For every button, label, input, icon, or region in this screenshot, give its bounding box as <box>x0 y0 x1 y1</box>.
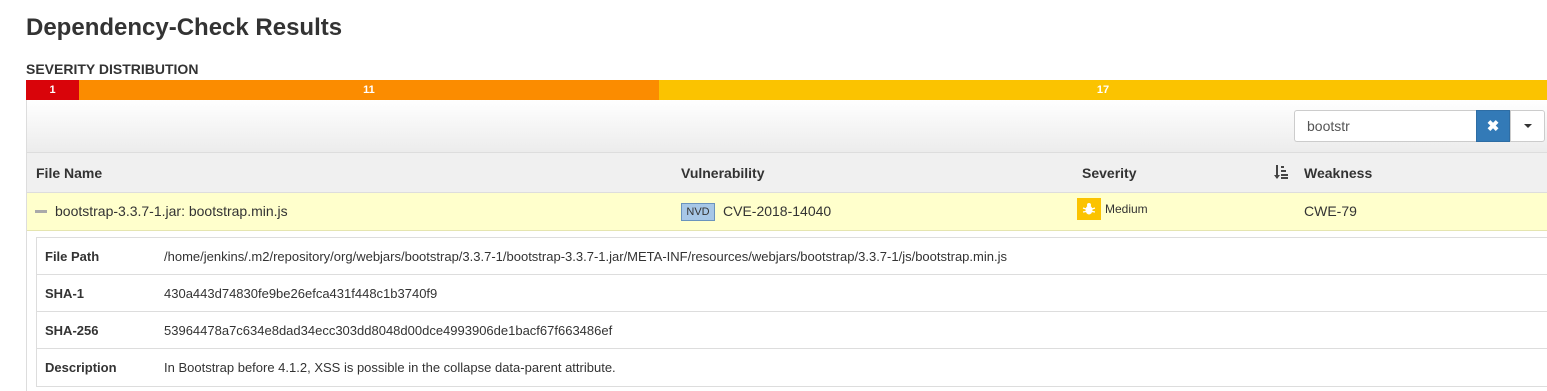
severity-segment-high[interactable]: 11 <box>79 80 659 100</box>
detail-label: SHA-256 <box>45 323 99 338</box>
search-group: ✖ <box>1294 110 1545 142</box>
detail-row-sha1: SHA-1 430a443d74830fe9be26efca431f448c1b… <box>37 275 1547 312</box>
detail-label: Description <box>45 360 117 375</box>
severity-distribution-bar: 1 11 17 <box>26 80 1547 100</box>
table-toolbar: ✖ <box>27 100 1547 153</box>
caret-down-icon <box>1523 124 1532 128</box>
severity-cell: Medium <box>1105 202 1148 216</box>
detail-value: 53964478a7c634e8dad34ecc303dd8048d00dce4… <box>164 323 613 338</box>
sort-amount-icon[interactable] <box>1274 164 1288 180</box>
row-details: File Path /home/jenkins/.m2/repository/o… <box>36 237 1547 387</box>
detail-label: SHA-1 <box>45 286 85 301</box>
severity-segment-medium[interactable]: 17 <box>659 80 1547 100</box>
collapse-icon[interactable] <box>35 210 47 213</box>
table-row[interactable]: bootstrap-3.3.7-1.jar: bootstrap.min.js … <box>27 193 1547 231</box>
table-header: File Name Vulnerability Severity Weaknes… <box>27 153 1547 193</box>
times-icon: ✖ <box>1486 118 1500 135</box>
header-weakness[interactable]: Weakness <box>1304 165 1372 181</box>
search-input[interactable] <box>1294 110 1476 142</box>
header-file-name[interactable]: File Name <box>36 165 102 181</box>
source-badge: NVD <box>681 203 715 221</box>
weakness-cell: CWE-79 <box>1304 203 1357 219</box>
detail-value: /home/jenkins/.m2/repository/org/webjars… <box>164 249 1007 264</box>
file-name-cell: bootstrap-3.3.7-1.jar: bootstrap.min.js <box>55 203 288 219</box>
bug-icon <box>1077 198 1101 220</box>
vulnerability-cell[interactable]: CVE-2018-14040 <box>723 203 831 219</box>
detail-row-sha256: SHA-256 53964478a7c634e8dad34ecc303dd804… <box>37 312 1547 349</box>
clear-search-button[interactable]: ✖ <box>1476 110 1510 142</box>
detail-value: 430a443d74830fe9be26efca431f448c1b3740f9 <box>164 286 438 301</box>
detail-row-file-path: File Path /home/jenkins/.m2/repository/o… <box>37 238 1547 275</box>
detail-label: File Path <box>45 249 100 264</box>
header-severity[interactable]: Severity <box>1082 165 1136 181</box>
results-panel: ✖ File Name Vulnerability Severity Weakn… <box>26 100 1547 391</box>
search-options-dropdown[interactable] <box>1510 110 1545 142</box>
detail-value: In Bootstrap before 4.1.2, XSS is possib… <box>164 360 616 375</box>
severity-segment-critical[interactable]: 1 <box>26 80 79 100</box>
detail-row-description: Description In Bootstrap before 4.1.2, X… <box>37 349 1547 386</box>
header-vulnerability[interactable]: Vulnerability <box>681 165 765 181</box>
page-title: Dependency-Check Results <box>26 14 343 41</box>
severity-distribution-label: SEVERITY DISTRIBUTION <box>26 61 199 77</box>
